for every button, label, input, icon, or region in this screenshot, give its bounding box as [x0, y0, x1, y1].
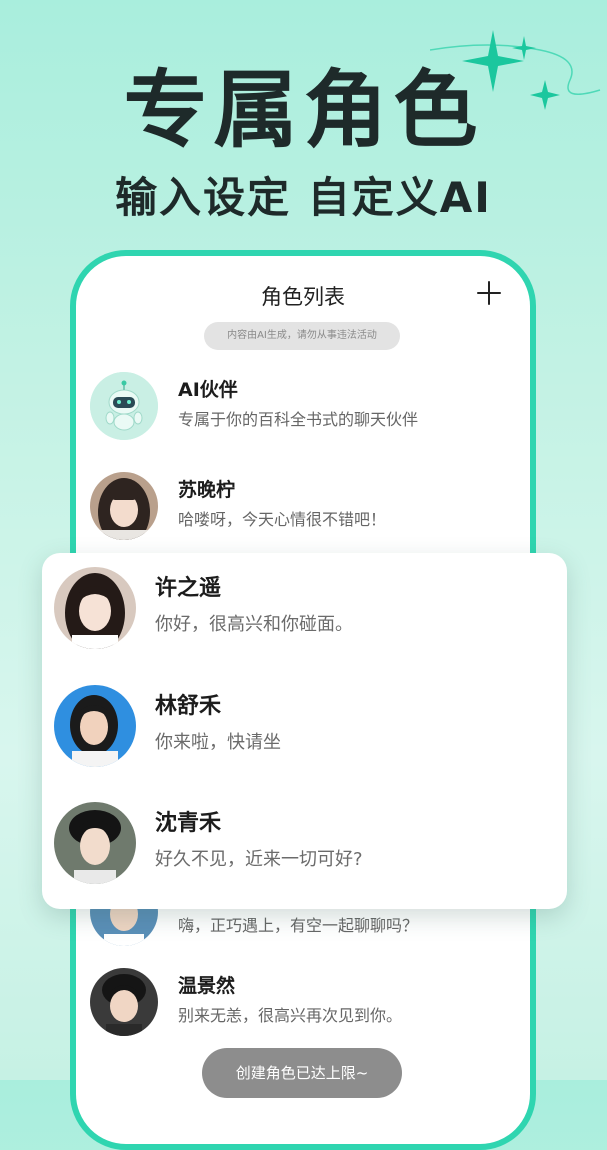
character-name: AI伙伴: [178, 379, 238, 401]
character-message: 嗨，正巧遇上，有空一起聊聊吗？: [178, 916, 419, 935]
list-item[interactable]: 温景然 别来无恙，很高兴再次见到你。: [90, 962, 520, 1042]
character-name: 沈青禾: [155, 811, 222, 836]
avatar: [90, 968, 158, 1036]
page-title: 角色列表: [261, 285, 345, 309]
avatar: [54, 802, 136, 884]
character-message: 你好，很高兴和你碰面。: [155, 614, 353, 635]
list-item[interactable]: 苏晚柠 哈喽呀，今天心情很不错吧！: [90, 466, 520, 546]
character-message: 别来无恙，很高兴再次见到你。: [178, 1006, 403, 1025]
character-message: 哈喽呀，今天心情很不错吧！: [178, 510, 387, 529]
promo-headline: 专属角色: [123, 61, 484, 159]
list-item[interactable]: 许之遥 你好，很高兴和你碰面。: [54, 567, 554, 651]
list-item[interactable]: 林舒禾 你来啦，快请坐: [54, 685, 554, 769]
add-character-button[interactable]: [476, 280, 502, 306]
limit-reached-button[interactable]: 创建角色已达上限~: [202, 1048, 402, 1098]
promo-subline: 输入设定 自定义AI: [115, 173, 492, 222]
character-name: 林舒禾: [155, 694, 222, 719]
character-message: 好久不见，近来一切可好?: [155, 849, 363, 870]
avatar: [54, 685, 136, 767]
character-name: 温景然: [178, 975, 236, 997]
avatar: [90, 472, 158, 540]
character-message: 你来啦，快请坐: [155, 732, 281, 753]
character-name: 许之遥: [155, 576, 222, 601]
robot-icon: [90, 372, 158, 440]
character-message: 专属于你的百科全书式的聊天伙伴: [178, 410, 419, 429]
featured-characters-card: 许之遥 你好，很高兴和你碰面。 林舒禾 你来啦，快请坐 沈青禾 好久不见，近来一…: [42, 553, 567, 909]
list-item[interactable]: AI伙伴 专属于你的百科全书式的聊天伙伴: [90, 366, 520, 446]
avatar: [54, 567, 136, 649]
character-name: 苏晚柠: [178, 479, 236, 501]
ai-content-notice: 内容由AI生成，请勿从事违法活动: [204, 322, 400, 350]
list-item[interactable]: 沈青禾 好久不见，近来一切可好?: [54, 802, 554, 886]
